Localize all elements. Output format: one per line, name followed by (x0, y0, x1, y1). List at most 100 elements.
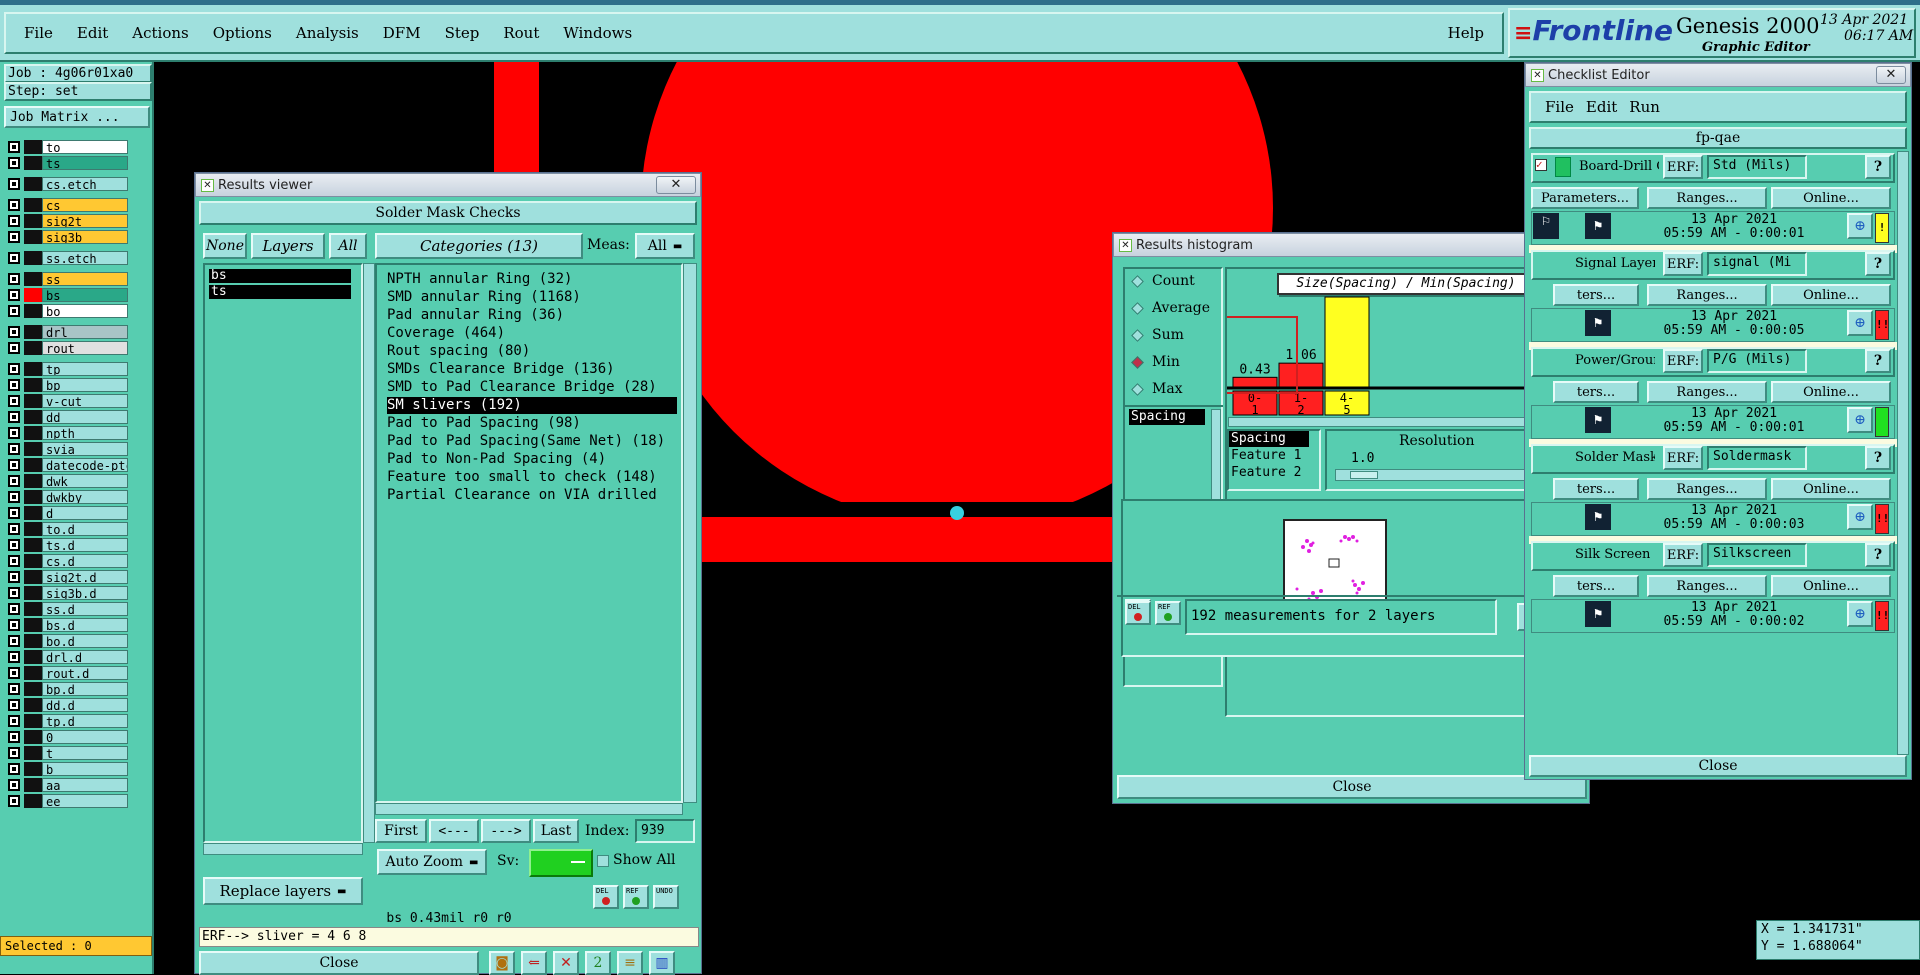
layer-checkbox[interactable] (8, 289, 20, 301)
histogram-icon[interactable]: ▥ (649, 951, 675, 975)
category-item[interactable]: Partial Clearance on VIA drilled (387, 487, 657, 504)
layer-list-hscrollbar[interactable] (203, 843, 363, 855)
menu-rout[interactable]: Rout (491, 18, 551, 48)
layer-row[interactable]: sig2t.d (4, 570, 128, 584)
layer-color-swatch[interactable] (24, 288, 42, 302)
layer-checkbox[interactable] (8, 157, 20, 169)
layer-name[interactable]: cs (42, 198, 128, 212)
runner-icon[interactable]: ⚑ (1585, 213, 1611, 239)
layer-color-swatch[interactable] (24, 538, 42, 552)
layer-row[interactable]: ts.d (4, 538, 128, 552)
replace-layers-dropdown[interactable]: Replace layers ▬ (203, 877, 363, 905)
layer-name[interactable]: d (42, 506, 128, 520)
layer-row[interactable]: datecode-ptc (4, 458, 128, 472)
light-icon[interactable]: ◙ (489, 951, 515, 975)
zoom-icon[interactable]: ⊕ (1847, 407, 1873, 433)
all-button[interactable]: All (329, 233, 367, 259)
layer-name[interactable]: to.d (42, 522, 128, 536)
layer-row[interactable]: sig2t (4, 214, 128, 228)
layer-row[interactable]: svia (4, 442, 128, 456)
layer-name[interactable]: bo.d (42, 634, 128, 648)
menu-analysis[interactable]: Analysis (284, 18, 371, 48)
radio-sum[interactable]: Sum (1131, 327, 1184, 343)
auto-zoom-dropdown[interactable]: Auto Zoom ▬ (377, 849, 487, 875)
layer-name[interactable]: tp (42, 362, 128, 376)
layer-name[interactable]: drl.d (42, 650, 128, 664)
parameters-button[interactable]: ters... (1553, 575, 1639, 597)
layer-name[interactable]: aa (42, 778, 128, 792)
erf-field[interactable]: Silkscreen (1707, 543, 1807, 567)
layer-color-swatch[interactable] (24, 666, 42, 680)
layer-color-swatch[interactable] (24, 602, 42, 616)
menu-actions[interactable]: Actions (120, 18, 200, 48)
del-icon[interactable]: DEL (593, 885, 619, 909)
layer-checkbox[interactable] (8, 731, 20, 743)
layer-color-swatch[interactable] (24, 362, 42, 376)
layer-name[interactable]: cs.d (42, 554, 128, 568)
number-icon[interactable]: 2 (585, 951, 611, 975)
layer-checkbox[interactable] (8, 379, 20, 391)
layer-color-swatch[interactable] (24, 762, 42, 776)
category-item[interactable]: Coverage (464) (387, 325, 505, 342)
layer-checkbox[interactable] (8, 763, 20, 775)
help-icon[interactable]: ? (1865, 349, 1891, 373)
layer-checkbox[interactable] (8, 342, 20, 354)
last-button[interactable]: Last (533, 819, 579, 843)
layer-row[interactable]: v-cut (4, 394, 128, 408)
layer-name[interactable]: ss (42, 272, 128, 286)
layer-color-swatch[interactable] (24, 522, 42, 536)
layer-name[interactable]: dwk (42, 474, 128, 488)
layer-color-swatch[interactable] (24, 778, 42, 792)
layer-color-swatch[interactable] (24, 554, 42, 568)
layer-row[interactable]: dd (4, 410, 128, 424)
close-window-icon[interactable]: ✕ (656, 176, 696, 194)
layer-row[interactable]: cs.etch (4, 177, 128, 191)
layer-name[interactable]: npth (42, 426, 128, 440)
layer-checkbox[interactable] (8, 699, 20, 711)
erf-field[interactable]: signal (Mi (1707, 252, 1807, 276)
layer-name[interactable]: sig3b.d (42, 586, 128, 600)
online-button[interactable]: Online... (1771, 381, 1891, 403)
layer-color-swatch[interactable] (24, 341, 42, 355)
layer-checkbox[interactable] (8, 779, 20, 791)
erf-button[interactable]: ERF: (1663, 543, 1703, 567)
layer-row[interactable]: aa (4, 778, 128, 792)
layer-color-swatch[interactable] (24, 650, 42, 664)
layer-color-swatch[interactable] (24, 378, 42, 392)
layer-color-swatch[interactable] (24, 570, 42, 584)
layer-color-swatch[interactable] (24, 586, 42, 600)
layer-row[interactable]: ss (4, 272, 128, 286)
menu-help[interactable]: Help (1436, 18, 1496, 48)
job-matrix-button[interactable]: Job Matrix ... (4, 106, 150, 128)
layer-color-swatch[interactable] (24, 426, 42, 440)
category-item-selected[interactable]: SM slivers (192) (387, 397, 677, 414)
layer-row[interactable]: sig3b.d (4, 586, 128, 600)
cross-icon[interactable]: ✕ (553, 951, 579, 975)
meas-dropdown[interactable]: All ▬ (635, 233, 695, 259)
radio-max[interactable]: Max (1131, 381, 1183, 397)
layer-color-swatch[interactable] (24, 325, 42, 339)
ranges-button[interactable]: Ranges... (1647, 284, 1767, 306)
meas-ref-icon[interactable]: REF (1155, 601, 1181, 625)
layer-name[interactable]: dd.d (42, 698, 128, 712)
layer-row[interactable]: tp (4, 362, 128, 376)
help-icon[interactable]: ? (1865, 155, 1891, 179)
layer-name[interactable]: ss.d (42, 602, 128, 616)
slider-thumb[interactable] (1350, 471, 1378, 479)
layer-row[interactable]: ss.d (4, 602, 128, 616)
layer-row[interactable]: dwk (4, 474, 128, 488)
layer-row[interactable]: ts (4, 156, 128, 170)
online-button[interactable]: Online... (1771, 187, 1891, 209)
layer-row[interactable]: 0 (4, 730, 128, 744)
layer-name[interactable]: dd (42, 410, 128, 424)
checklist-scrollbar[interactable] (1897, 151, 1909, 755)
layer-row[interactable]: cs.d (4, 554, 128, 568)
menu-step[interactable]: Step (433, 18, 492, 48)
categories-button[interactable]: Categories (13) (375, 233, 583, 259)
layer-color-swatch[interactable] (24, 251, 42, 265)
category-item[interactable]: Pad to Non-Pad Spacing (4) (387, 451, 606, 468)
layer-name[interactable]: bo (42, 304, 128, 318)
layer-checkbox[interactable] (8, 651, 20, 663)
none-button[interactable]: None (203, 233, 247, 259)
layer-checkbox[interactable] (8, 603, 20, 615)
